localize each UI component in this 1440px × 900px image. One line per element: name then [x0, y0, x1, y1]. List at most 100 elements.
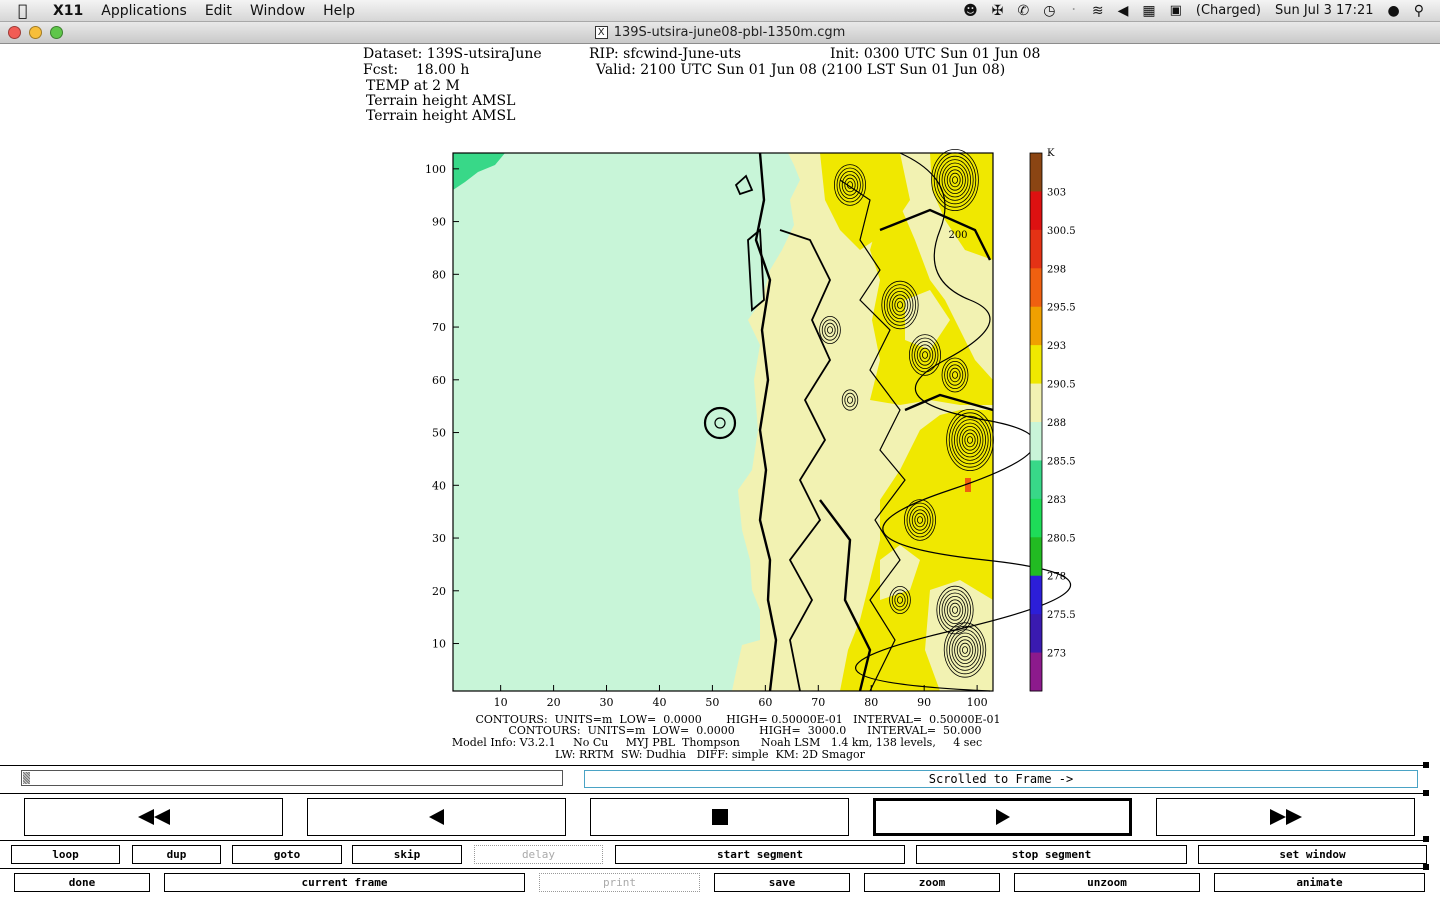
- dup-button[interactable]: dup: [132, 845, 221, 864]
- divider: [0, 868, 1428, 869]
- bluetooth-icon[interactable]: ᛫: [1069, 3, 1077, 19]
- current-frame-button[interactable]: current frame: [164, 873, 525, 892]
- terrain-contour-ring: [944, 165, 966, 194]
- apple-menu-icon[interactable]: : [18, 1, 44, 20]
- wifi-icon[interactable]: ≋: [1092, 3, 1104, 19]
- terrain-contour-ring: [956, 639, 974, 661]
- colorbar-unit: K: [1047, 148, 1055, 159]
- close-button[interactable]: [8, 26, 21, 39]
- y-tick-label: 100: [425, 163, 446, 176]
- menu-edit[interactable]: Edit: [196, 3, 241, 19]
- terrain-contour-ring: [949, 629, 982, 671]
- goto-button[interactable]: goto: [232, 845, 342, 864]
- stop-button[interactable]: [590, 798, 849, 836]
- terrain-contour-ring: [959, 425, 981, 454]
- terrain-contour-ring: [911, 509, 929, 531]
- footer-model-info: Model Info: V3.2.1 No Cu MYJ PBL Thompso…: [452, 736, 982, 749]
- y-tick-label: 20: [432, 585, 446, 598]
- resize-handle[interactable]: [1423, 864, 1429, 870]
- scrollbar-thumb[interactable]: [23, 772, 30, 784]
- battery-status[interactable]: (Charged): [1196, 3, 1261, 18]
- done-button[interactable]: done: [14, 873, 150, 892]
- app-menu[interactable]: X11: [44, 3, 92, 19]
- y-tick-label: 30: [432, 532, 446, 545]
- colorbar-segment: [1030, 268, 1042, 308]
- volume-icon[interactable]: ◀: [1118, 3, 1129, 19]
- x-tick-label: 100: [967, 696, 988, 709]
- terrain-contour-ring: [922, 351, 929, 359]
- terrain-contour-ring: [961, 429, 979, 451]
- resize-handle[interactable]: [1423, 836, 1429, 842]
- valid-label: Valid: 2100 UTC Sun 01 Jun 08 (2100 LST …: [596, 62, 1006, 78]
- terrain-contour-ring: [944, 360, 966, 389]
- field-patch-a: [880, 545, 920, 600]
- satellite-icon[interactable]: ✠: [992, 3, 1004, 19]
- x-tick-label: 30: [600, 696, 614, 709]
- fast-forward-button[interactable]: [1156, 798, 1415, 836]
- stop-segment-button[interactable]: stop segment: [916, 845, 1187, 864]
- field-hot-spot: [965, 478, 971, 492]
- phone-icon[interactable]: ✆: [1018, 3, 1030, 19]
- resize-handle[interactable]: [1423, 762, 1429, 768]
- menu-window[interactable]: Window: [241, 3, 314, 19]
- save-button[interactable]: save: [714, 873, 850, 892]
- colorbar-label: 273: [1047, 649, 1066, 660]
- terrain-contour-ring: [948, 412, 992, 468]
- terrain-contour-ring: [954, 419, 987, 461]
- step-back-button[interactable]: [307, 798, 566, 836]
- animate-button[interactable]: animate: [1214, 873, 1425, 892]
- unzoom-button[interactable]: unzoom: [1014, 873, 1200, 892]
- colorbar-segment: [1030, 345, 1042, 385]
- contour-ridge-north: [879, 208, 992, 261]
- rewind-button[interactable]: [24, 798, 283, 836]
- terrain-contour-ring: [962, 646, 969, 654]
- colorbar-segment: [1030, 229, 1042, 269]
- stop-icon: [711, 809, 728, 825]
- terrain-contour-ring: [946, 625, 984, 675]
- terrain-contour-ring: [891, 294, 909, 316]
- calendar-icon[interactable]: ▦: [1142, 3, 1155, 19]
- play-button[interactable]: [873, 798, 1132, 836]
- divider: [0, 793, 1428, 794]
- user-icon[interactable]: ●: [1388, 3, 1400, 19]
- coastline-contour: [754, 152, 778, 692]
- terrain-contour-ring: [914, 512, 926, 528]
- resize-handle[interactable]: [1423, 790, 1429, 796]
- field-label-terrain-1: Terrain height AMSL: [366, 93, 516, 109]
- colorbar-label: 290.5: [1047, 380, 1076, 391]
- spotlight-icon[interactable]: ⚲: [1414, 3, 1424, 19]
- colorbar-label: 283: [1047, 495, 1066, 506]
- print-button: print: [539, 873, 700, 892]
- contour-ridge-mid: [904, 393, 994, 412]
- menu-help[interactable]: Help: [314, 3, 364, 19]
- set-window-button[interactable]: set window: [1198, 845, 1427, 864]
- menu-bar:  X11 Applications Edit Window Help ☻ ✠ …: [0, 0, 1440, 22]
- footer-contours-1: CONTOURS: UNITS=m LOW= 0.0000 HIGH= 0.50…: [475, 713, 1000, 726]
- colorbar-label: 303: [1047, 187, 1066, 198]
- battery-icon[interactable]: ▣: [1170, 3, 1182, 18]
- colorbar-segment: [1030, 652, 1042, 692]
- clock[interactable]: Sun Jul 3 17:21: [1275, 3, 1374, 18]
- contour-inland-1: [839, 179, 906, 692]
- field-patch-c: [925, 580, 993, 691]
- terrain-contour-ring: [959, 642, 971, 658]
- loop-button[interactable]: loop: [11, 845, 120, 864]
- terrain-contour-ring: [951, 415, 989, 465]
- x-tick-label: 20: [547, 696, 561, 709]
- start-segment-button[interactable]: start segment: [615, 845, 905, 864]
- zoom-button[interactable]: [50, 26, 63, 39]
- minimize-button[interactable]: [29, 26, 42, 39]
- colorbar-segment: [1030, 575, 1042, 615]
- zoom-button-tool[interactable]: zoom: [864, 873, 1000, 892]
- frame-scrollbar[interactable]: [21, 770, 563, 786]
- terrain-contour-ring: [911, 337, 939, 373]
- rip-label: RIP: sfcwind-June-uts: [589, 46, 742, 62]
- menu-applications[interactable]: Applications: [92, 3, 196, 19]
- skip-button[interactable]: skip: [352, 845, 462, 864]
- time-machine-icon[interactable]: ◷: [1043, 3, 1055, 19]
- y-tick-label: 70: [432, 321, 446, 334]
- alien-icon[interactable]: ☻: [963, 3, 978, 19]
- terrain-contour-ring: [941, 357, 969, 393]
- footer-contours-2: CONTOURS: UNITS=m LOW= 0.0000 HIGH= 3000…: [508, 724, 981, 737]
- terrain-contour-ring: [949, 602, 961, 618]
